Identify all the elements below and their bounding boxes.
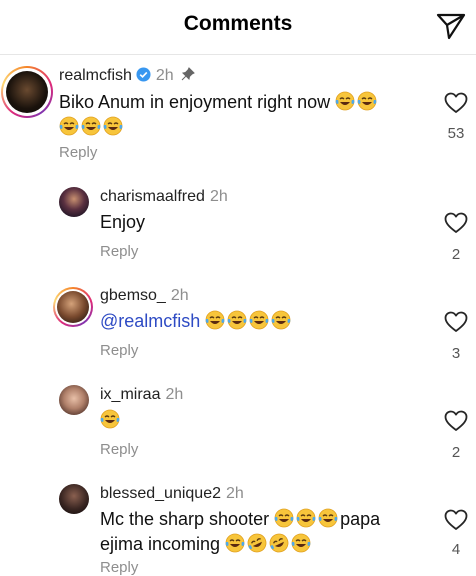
rolling-on-floor-laughing-icon [269,533,289,553]
face-with-tears-of-joy-icon [296,508,316,528]
comment-text: Biko Anum in enjoyment right now [59,90,379,140]
face-with-tears-of-joy-icon [227,310,247,330]
avatar-story-ring[interactable] [53,287,93,327]
comment-time: 2h [170,287,189,304]
face-with-tears-of-joy-icon [59,116,79,136]
like-count: 53 [447,125,465,142]
face-with-tears-of-joy-icon [249,310,269,330]
avatar [6,71,48,113]
avatar[interactable] [59,187,89,217]
face-with-tears-of-joy-icon [291,533,311,553]
face-with-tears-of-joy-icon [271,310,291,330]
comment-time: 2h [155,67,174,84]
like-heart-icon[interactable] [444,410,468,432]
avatar[interactable] [59,484,89,514]
mention-link[interactable]: @realmcfish [100,311,200,331]
face-with-tears-of-joy-icon [205,310,225,330]
reply-button[interactable]: Reply [100,342,138,359]
like-heart-icon[interactable] [444,92,468,114]
face-with-tears-of-joy-icon [335,91,355,111]
face-with-tears-of-joy-icon [318,508,338,528]
username[interactable]: ix_miraa [100,386,160,403]
like-count: 4 [451,541,461,558]
reply-button[interactable]: Reply [59,144,97,161]
reply-button[interactable]: Reply [100,559,138,576]
username[interactable]: realmcfish [59,67,132,84]
face-with-tears-of-joy-icon [81,116,101,136]
reply-button[interactable]: Reply [100,243,138,260]
face-with-tears-of-joy-icon [357,91,377,111]
username[interactable]: gbemso_ [100,287,166,304]
avatar-story-ring[interactable] [1,66,53,118]
like-heart-icon[interactable] [444,212,468,234]
comment-time: 2h [165,386,184,403]
comment-text [100,408,122,433]
face-with-tears-of-joy-icon [274,508,294,528]
pin-icon [181,67,196,81]
like-count: 3 [451,345,461,362]
page-title: Comments [183,12,293,35]
comment-text: @realmcfish [100,309,293,334]
like-heart-icon[interactable] [444,311,468,333]
face-with-tears-of-joy-icon [103,116,123,136]
like-heart-icon[interactable] [444,509,468,531]
avatar [57,291,89,323]
username[interactable]: blessed_unique2 [100,485,221,502]
comment-text: Enjoy [100,212,146,232]
reply-button[interactable]: Reply [100,441,138,458]
send-icon[interactable] [436,11,466,41]
face-with-tears-of-joy-icon [100,409,120,429]
comment-time: 2h [209,188,228,205]
rolling-on-floor-laughing-icon [247,533,267,553]
like-count: 2 [451,444,461,461]
like-count: 2 [451,246,461,263]
comment-text: Mc the sharp shooter papa ejima incoming [100,508,381,554]
face-with-tears-of-joy-icon [225,533,245,553]
comments-header: Comments [0,0,476,55]
username[interactable]: charismaalfred [100,188,205,205]
verified-badge-icon [136,67,151,82]
avatar[interactable] [59,385,89,415]
comment-time: 2h [226,485,244,502]
